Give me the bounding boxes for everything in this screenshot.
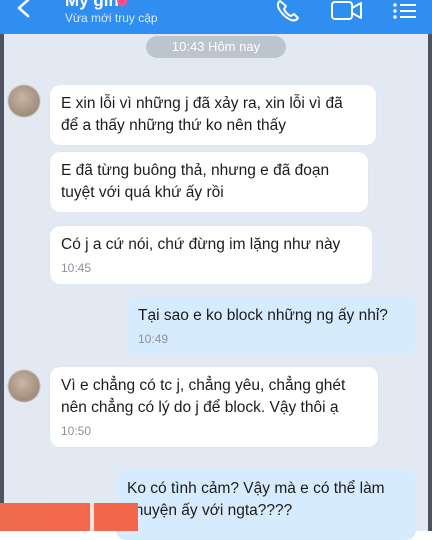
message-text: Tại sao e ko block những ng ấy nhỉ? [138, 307, 388, 324]
contact-status: Vừa mới truy cập [65, 11, 158, 25]
call-icon[interactable] [275, 0, 301, 22]
message-bubble[interactable]: Có j a cứ nói, chứ đừng im lặng như này … [50, 226, 372, 284]
heart-icon [117, 0, 127, 6]
message-bubble[interactable]: Ko có tình cảm? Vậy mà e có thể làm chuy… [116, 470, 416, 540]
avatar[interactable] [8, 85, 40, 117]
message-bubble[interactable]: E xin lỗi vì những j đã xảy ra, xin lỗi … [50, 85, 376, 145]
message-text: Ko có tình cảm? Vậy mà e có thể làm chuy… [127, 480, 385, 519]
video-call-icon[interactable] [330, 0, 364, 22]
menu-icon[interactable] [392, 2, 418, 20]
right-border [428, 34, 432, 531]
message-text: Vì e chẳng có tc j, chẳng yêu, chẳng ghé… [61, 377, 346, 416]
chat-header: Mỹ gin Vừa mới truy cập [0, 0, 432, 34]
back-icon[interactable] [14, 0, 34, 20]
message-text: Có j a cứ nói, chứ đừng im lặng như này [61, 236, 341, 253]
message-bubble[interactable]: Vì e chẳng có tc j, chẳng yêu, chẳng ghé… [50, 367, 378, 447]
message-time: 10:45 [61, 261, 92, 275]
left-border [0, 34, 4, 531]
message-bubble[interactable]: E đã từng buông thả, nhưng e đã đoạn tuy… [50, 152, 368, 212]
message-time: 10:50 [61, 424, 92, 438]
contact-name[interactable]: Mỹ gin [65, 0, 119, 11]
message-bubble[interactable]: Tại sao e ko block những ng ấy nhỉ? 10:4… [127, 297, 415, 355]
message-time: 10:49 [138, 332, 169, 346]
avatar[interactable] [8, 370, 40, 402]
message-text: E xin lỗi vì những j đã xảy ra, xin lỗi … [61, 95, 343, 134]
date-separator: 10:43 Hôm nay [146, 36, 286, 58]
overlay-divider [90, 503, 94, 531]
message-text: E đã từng buông thả, nhưng e đã đoạn tuy… [61, 162, 330, 201]
orange-overlay-bar [0, 503, 138, 531]
